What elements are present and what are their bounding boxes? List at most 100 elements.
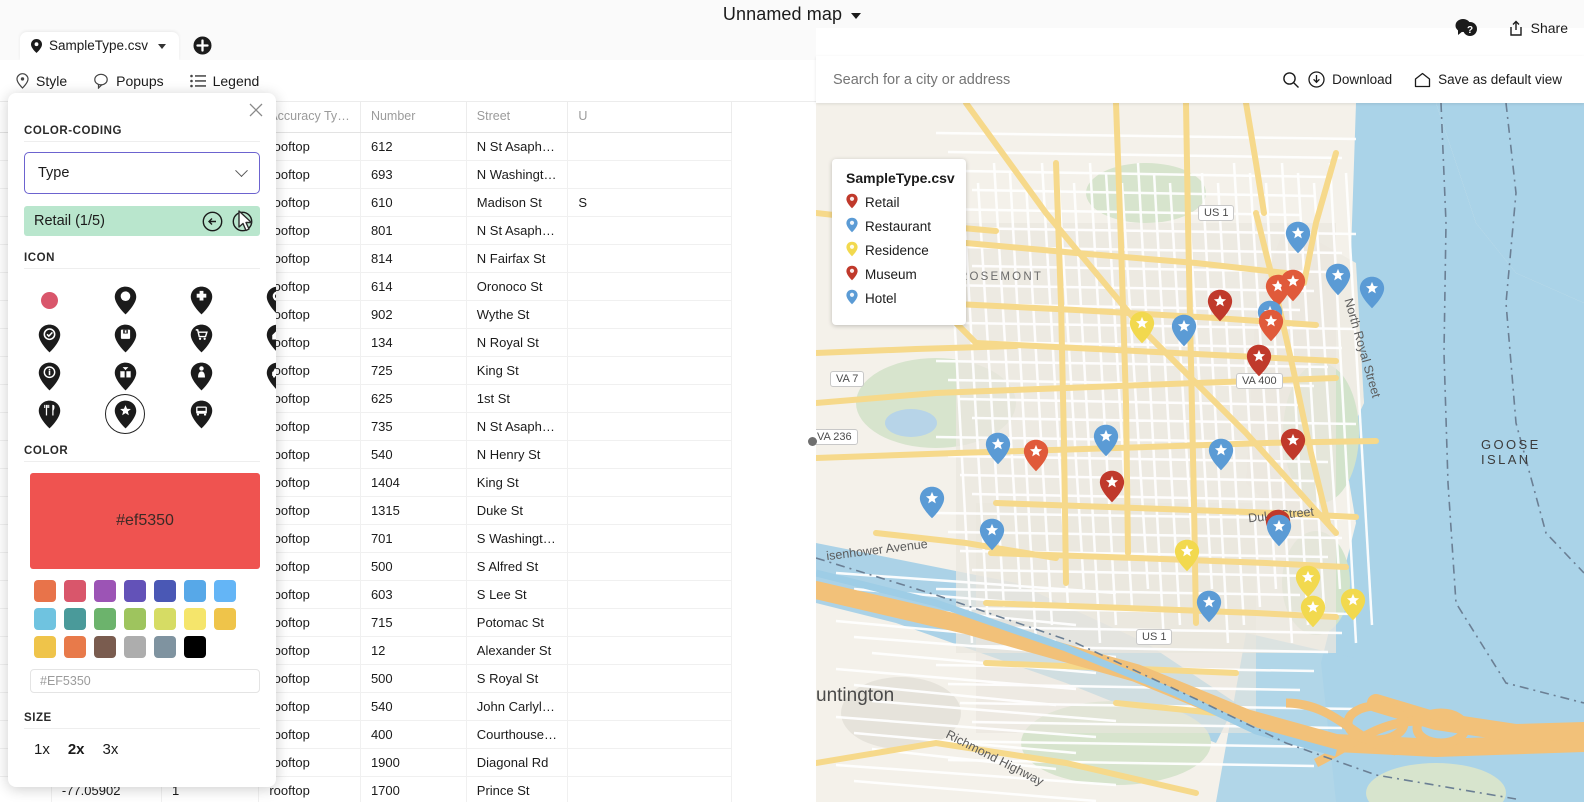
toolbar-item-popups[interactable]: Popups	[93, 73, 163, 89]
column-header[interactable]: Street	[466, 102, 568, 133]
table-cell[interactable]: 400	[360, 721, 466, 749]
panel-resize-handle[interactable]	[808, 437, 817, 446]
table-cell[interactable]	[568, 301, 732, 329]
size-option-3x[interactable]: 3x	[103, 741, 119, 758]
table-cell[interactable]: 1404	[360, 469, 466, 497]
map-marker-museum[interactable]	[1280, 428, 1306, 466]
table-cell[interactable]: N Washingto...	[466, 161, 568, 189]
table-cell[interactable]: 134	[360, 329, 466, 357]
pin-blank-icon[interactable]	[106, 283, 144, 317]
table-cell[interactable]: King St	[466, 357, 568, 385]
table-cell[interactable]: Wythe St	[466, 301, 568, 329]
color-swatch[interactable]	[64, 608, 86, 630]
map-marker-restaurant[interactable]	[979, 518, 1005, 556]
chevron-down-icon[interactable]	[851, 13, 861, 19]
share-button[interactable]: Share	[1508, 20, 1568, 37]
table-cell[interactable]: Duke St	[466, 497, 568, 525]
table-cell[interactable]	[568, 637, 732, 665]
table-cell[interactable]: S Lee St	[466, 581, 568, 609]
table-cell[interactable]	[568, 497, 732, 525]
color-swatch[interactable]	[34, 636, 56, 658]
table-cell[interactable]: S	[568, 189, 732, 217]
color-swatch[interactable]	[124, 636, 146, 658]
map-marker-retail[interactable]	[1258, 309, 1284, 347]
table-cell[interactable]	[568, 441, 732, 469]
chevron-down-icon[interactable]	[158, 44, 166, 49]
table-cell[interactable]: Madison St	[466, 189, 568, 217]
table-cell[interactable]: 540	[360, 693, 466, 721]
color-swatch[interactable]	[34, 608, 56, 630]
table-cell[interactable]: 500	[360, 665, 466, 693]
pin-person-icon[interactable]	[182, 359, 220, 393]
table-cell[interactable]: 540	[360, 441, 466, 469]
table-cell[interactable]: Courthouse Sq	[466, 721, 568, 749]
color-coding-select[interactable]: Type	[24, 152, 260, 194]
help-icon[interactable]: ?	[1454, 17, 1480, 39]
dot-icon[interactable]	[30, 283, 68, 317]
pin-bus-icon[interactable]	[182, 397, 220, 431]
pin-star-icon[interactable]	[106, 397, 144, 431]
table-cell[interactable]: 625	[360, 385, 466, 413]
color-swatch[interactable]	[124, 580, 146, 602]
pin-gift-icon[interactable]	[106, 359, 144, 393]
color-swatch[interactable]	[124, 608, 146, 630]
table-cell[interactable]: John Carlyle St	[466, 693, 568, 721]
table-cell[interactable]	[568, 525, 732, 553]
table-cell[interactable]: S Alfred St	[466, 553, 568, 581]
table-cell[interactable]: N St Asaph St	[466, 133, 568, 161]
add-tab-button[interactable]	[193, 36, 212, 60]
table-cell[interactable]: 801	[360, 217, 466, 245]
pin-restaurant-icon[interactable]	[30, 397, 68, 431]
map-marker-museum[interactable]	[1099, 470, 1125, 508]
table-cell[interactable]: 1st St	[466, 385, 568, 413]
hex-input[interactable]: #EF5350	[30, 669, 260, 693]
map-marker-retail[interactable]	[1280, 269, 1306, 307]
map-marker-residence[interactable]	[1300, 595, 1326, 633]
table-cell[interactable]	[568, 777, 732, 802]
map-marker-restaurant[interactable]	[1208, 438, 1234, 476]
color-swatch[interactable]	[214, 608, 236, 630]
color-swatch[interactable]	[94, 580, 116, 602]
table-cell[interactable]	[568, 329, 732, 357]
table-cell[interactable]	[568, 385, 732, 413]
arrow-left-circle-icon[interactable]	[202, 211, 223, 232]
table-cell[interactable]: N St Asaph St	[466, 217, 568, 245]
table-cell[interactable]: Diagonal Rd	[466, 749, 568, 777]
table-cell[interactable]	[568, 693, 732, 721]
table-cell[interactable]	[568, 749, 732, 777]
map-container[interactable]: SampleType.csv RetailRestaurantResidence…	[816, 56, 1584, 802]
color-swatch[interactable]	[154, 608, 176, 630]
map-marker-restaurant[interactable]	[1196, 590, 1222, 628]
table-cell[interactable]: 1900	[360, 749, 466, 777]
table-cell[interactable]	[568, 413, 732, 441]
table-cell[interactable]: N Fairfax St	[466, 245, 568, 273]
size-option-1x[interactable]: 1x	[34, 741, 50, 758]
size-option-2x[interactable]: 2x	[68, 741, 85, 758]
map-marker-restaurant[interactable]	[1359, 276, 1385, 314]
icon-picker-grid[interactable]	[30, 283, 260, 431]
table-cell[interactable]: N Royal St	[466, 329, 568, 357]
arrow-right-circle-icon[interactable]	[232, 211, 253, 232]
table-cell[interactable]: 715	[360, 609, 466, 637]
color-swatch[interactable]	[64, 636, 86, 658]
map-marker-museum[interactable]	[1246, 344, 1272, 382]
table-cell[interactable]: Alexander St	[466, 637, 568, 665]
pin-hospital-icon[interactable]	[182, 283, 220, 317]
map-marker-restaurant[interactable]	[1325, 263, 1351, 301]
table-cell[interactable]: Potomac St	[466, 609, 568, 637]
table-cell[interactable]: 1315	[360, 497, 466, 525]
table-cell[interactable]: 701	[360, 525, 466, 553]
table-cell[interactable]: King St	[466, 469, 568, 497]
table-cell[interactable]: 610	[360, 189, 466, 217]
table-cell[interactable]	[568, 217, 732, 245]
table-cell[interactable]	[568, 357, 732, 385]
table-cell[interactable]	[568, 609, 732, 637]
table-cell[interactable]	[568, 133, 732, 161]
search-input[interactable]	[833, 72, 1253, 88]
color-swatch[interactable]	[64, 580, 86, 602]
tab-sampletype-csv[interactable]: SampleType.csv	[20, 32, 179, 60]
map-marker-restaurant[interactable]	[1285, 221, 1311, 259]
pin-home-icon[interactable]	[258, 321, 276, 355]
table-cell[interactable]: N St Asaph St	[466, 413, 568, 441]
table-cell[interactable]: 614	[360, 273, 466, 301]
